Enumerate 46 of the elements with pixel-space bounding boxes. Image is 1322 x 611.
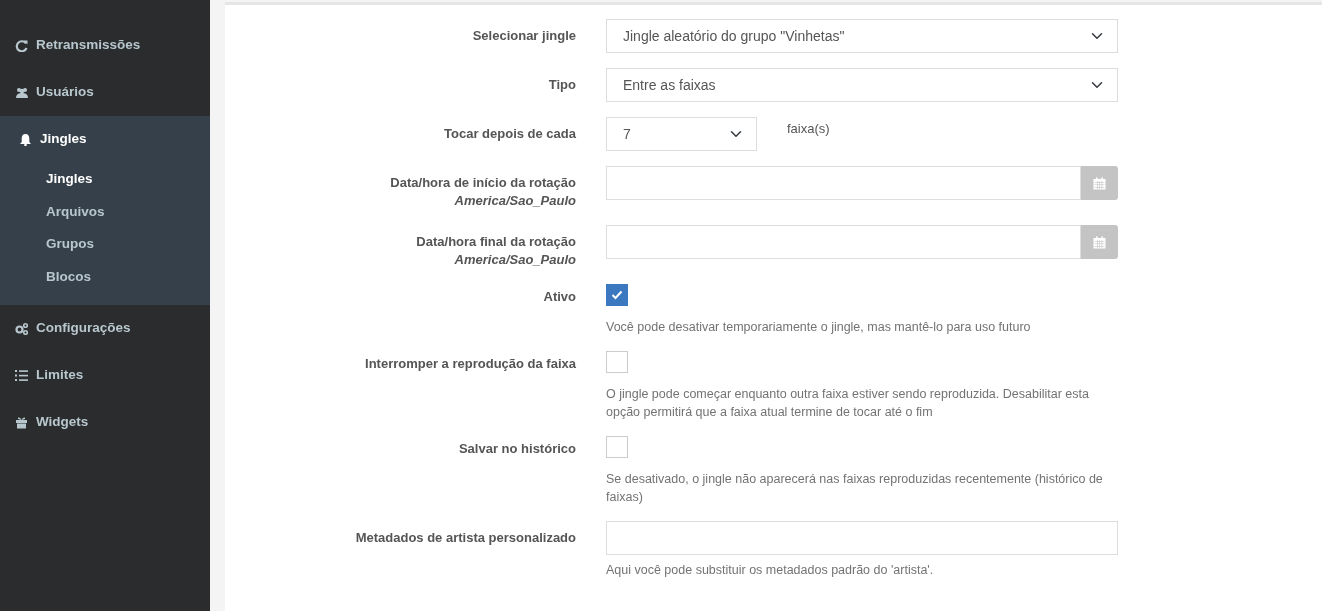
sidebar-subitem[interactable]: Blocos xyxy=(0,260,210,293)
users-icon xyxy=(15,86,28,99)
sidebar-item[interactable]: Configurações xyxy=(0,305,210,352)
select-field[interactable]: Entre as faixas xyxy=(606,68,1118,102)
bell-icon xyxy=(19,133,32,146)
field-label: Metadados de artista personalizado xyxy=(355,530,576,545)
help-text: Se desativado, o jingle não aparecerá nas faixas reproduzidas recentemente (histórico de faixas) xyxy=(606,471,1104,506)
sidebar-item[interactable]: Limites xyxy=(0,352,210,399)
checkbox[interactable] xyxy=(606,351,628,373)
check-icon xyxy=(611,290,623,300)
field-label: Interromper a reprodução da faixa xyxy=(365,356,576,371)
field-label: Tipo xyxy=(548,77,576,92)
gears-icon xyxy=(15,322,28,335)
field-label: Selecionar jingle xyxy=(472,28,576,43)
date-time-field[interactable] xyxy=(606,225,1081,259)
list-icon xyxy=(15,369,28,382)
sidebar-item[interactable]: Usuários xyxy=(0,69,210,116)
checkbox[interactable] xyxy=(606,436,628,458)
gift-icon xyxy=(15,416,28,429)
select-field[interactable]: 7 xyxy=(606,117,757,151)
calendar-icon xyxy=(1092,235,1106,249)
sidebar-subitem[interactable]: Grupos xyxy=(0,228,210,261)
timezone-label: America/Sao_Paulo xyxy=(453,192,576,210)
sidebar-item[interactable]: Widgets xyxy=(0,399,210,446)
calendar-button[interactable] xyxy=(1080,166,1118,200)
unit-label: faixa(s) xyxy=(787,120,830,138)
sidebar-item[interactable]: Jingles xyxy=(0,116,210,163)
field-label: Data/hora de início da rotação xyxy=(390,175,576,190)
calendar-icon xyxy=(1092,176,1106,190)
calendar-button[interactable] xyxy=(1080,225,1118,259)
help-text: Aqui você pode substituir os metadados padrão do 'artista'. xyxy=(606,562,935,579)
field-label: Salvar no histórico xyxy=(458,441,576,456)
help-text: O jingle pode começar enquanto outra faixa estiver sendo reproduzida. Desabilitar esta opção permitirá que a faixa atual termine de tocar até o fim xyxy=(606,386,1090,421)
select-field[interactable]: Jingle aleatório do grupo "Vinhetas" xyxy=(606,19,1118,53)
date-time-field[interactable] xyxy=(606,166,1081,200)
sidebar-item[interactable]: Retransmissões xyxy=(0,22,210,69)
sidebar-subitem[interactable]: Jingles xyxy=(0,163,210,196)
sidebar-subitem[interactable]: Arquivos xyxy=(0,195,210,228)
field-label: Data/hora final da rotação xyxy=(416,234,576,249)
timezone-label: America/Sao_Paulo xyxy=(453,251,576,269)
field-label: Ativo xyxy=(543,289,576,304)
refresh-icon xyxy=(15,39,28,52)
checkbox[interactable] xyxy=(606,284,628,306)
field-label: Tocar depois de cada xyxy=(444,126,576,141)
text-field[interactable] xyxy=(606,521,1118,555)
help-text: Você pode desativar temporariamente o jingle, mas mantê-lo para uso futuro xyxy=(606,319,1032,336)
